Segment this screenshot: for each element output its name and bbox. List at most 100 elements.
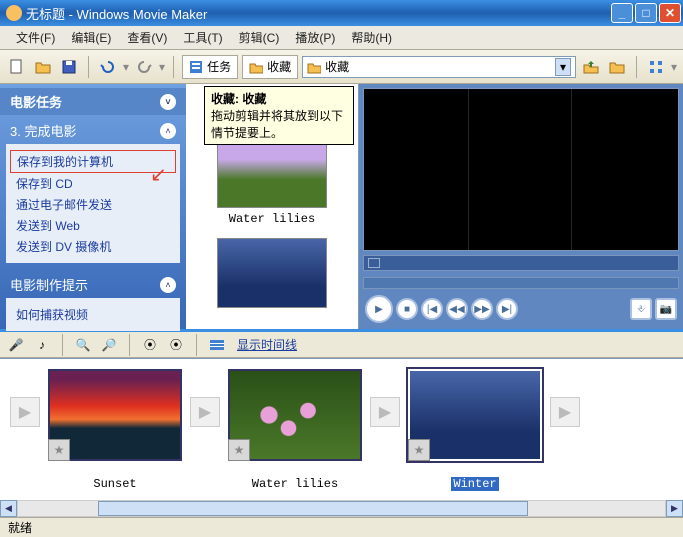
redo-dropdown-icon[interactable]: ▾	[159, 60, 165, 74]
thumb-winter[interactable]	[217, 238, 327, 308]
forward-button[interactable]: ▶▶	[471, 298, 493, 320]
transition-slot[interactable]: ▶	[550, 397, 580, 427]
thumb-water-lilies[interactable]	[217, 138, 327, 208]
up-level-button[interactable]	[580, 56, 602, 78]
effect-star-icon[interactable]: ★	[228, 439, 250, 461]
tasks-button[interactable]: 任务	[182, 55, 238, 79]
menu-clip[interactable]: 剪辑(C)	[231, 27, 288, 48]
show-timeline-link[interactable]: 显示时间线	[237, 336, 297, 353]
menu-edit[interactable]: 编辑(E)	[63, 27, 119, 48]
clip-thumb: ★	[228, 369, 362, 461]
taskpane-header: 电影任务 ˅	[0, 88, 186, 115]
split-button[interactable]: ⎀	[630, 298, 652, 320]
play-button[interactable]: ▶	[365, 295, 393, 323]
scroll-left-icon[interactable]: ◀	[0, 500, 17, 517]
clip-label: Water lilies	[252, 477, 338, 491]
scroll-track[interactable]	[17, 500, 666, 517]
rewind-button[interactable]: ◀◀	[446, 298, 468, 320]
separator	[62, 334, 63, 356]
menu-play[interactable]: 播放(P)	[287, 27, 343, 48]
separator	[129, 334, 130, 356]
link-send-email[interactable]: 通过电子邮件发送	[10, 194, 176, 215]
status-bar: 就绪	[0, 517, 683, 537]
undo-dropdown-icon[interactable]: ▾	[123, 60, 129, 74]
main-area: 电影任务 ˅ 3. 完成电影 ˄ 保存到我的计算机 保存到 CD 通过电子邮件发…	[0, 84, 683, 332]
combo-arrow-icon[interactable]: ▾	[555, 58, 571, 76]
title-bar: 无标题 - Windows Movie Maker _ □ ✕	[0, 0, 683, 26]
preview-screen	[363, 88, 679, 251]
collections-button[interactable]: 收藏	[242, 55, 298, 79]
snapshot-button[interactable]: 📷	[655, 298, 677, 320]
horizontal-scrollbar[interactable]: ◀ ▶	[0, 500, 683, 517]
menu-view[interactable]: 查看(V)	[119, 27, 175, 48]
clip-label: Sunset	[93, 477, 136, 491]
collapse-icon[interactable]: ˅	[160, 94, 176, 110]
menu-help[interactable]: 帮助(H)	[343, 27, 400, 48]
clip-sunset[interactable]: ★ Sunset	[48, 369, 182, 491]
maximize-button[interactable]: □	[635, 3, 657, 23]
effect-star-icon[interactable]: ★	[48, 439, 70, 461]
scroll-thumb[interactable]	[98, 501, 528, 516]
close-button[interactable]: ✕	[659, 3, 681, 23]
folder-icon	[307, 60, 321, 74]
tooltip-body: 拖动剪辑并将其放到以下情节提要上。	[211, 109, 343, 140]
redo-button[interactable]	[133, 56, 155, 78]
collapse-icon[interactable]: ˄	[160, 123, 176, 139]
zoom-out-button[interactable]: 🔎	[99, 335, 119, 355]
clip-winter[interactable]: ★ Winter	[408, 369, 542, 491]
zoom-in-button[interactable]: 🔍	[73, 335, 93, 355]
new-button[interactable]	[6, 56, 28, 78]
timeline-view-icon	[207, 335, 227, 355]
thumb-label: Water lilies	[229, 212, 315, 226]
fullscreen-icon[interactable]	[368, 258, 380, 268]
prev-button[interactable]: |◀	[421, 298, 443, 320]
collapse-icon[interactable]: ˄	[160, 277, 176, 293]
tasks-label: 任务	[207, 58, 231, 75]
view-button[interactable]	[645, 56, 667, 78]
collection-combo[interactable]: 收藏 ▾	[302, 56, 576, 78]
save-button[interactable]	[58, 56, 80, 78]
toolbar: ▾ ▾ 任务 收藏 收藏 ▾ ▾	[0, 50, 683, 84]
undo-button[interactable]	[97, 56, 119, 78]
link-send-web[interactable]: 发送到 Web	[10, 215, 176, 236]
open-button[interactable]	[32, 56, 54, 78]
clip-label: Winter	[451, 477, 498, 491]
collections-label: 收藏	[267, 58, 291, 75]
effect-star-icon[interactable]: ★	[408, 439, 430, 461]
menu-tools[interactable]: 工具(T)	[175, 27, 230, 48]
group-label: 3. 完成电影	[10, 121, 76, 140]
new-folder-button[interactable]	[606, 56, 628, 78]
narrate-button[interactable]: 🎤	[6, 335, 26, 355]
storyboard: ▶ ★ Sunset ▶ ★ Water lilies ▶ ★ Winter ▶	[0, 358, 683, 500]
separator	[636, 56, 637, 78]
separator	[196, 334, 197, 356]
scroll-right-icon[interactable]: ▶	[666, 500, 683, 517]
separator	[88, 56, 89, 78]
link-save-computer[interactable]: 保存到我的计算机	[10, 150, 176, 173]
task-list: 保存到我的计算机 保存到 CD 通过电子邮件发送 发送到 Web 发送到 DV …	[6, 144, 180, 263]
menu-file[interactable]: 文件(F)	[8, 27, 63, 48]
link-send-dv[interactable]: 发送到 DV 摄像机	[10, 236, 176, 257]
transition-slot[interactable]: ▶	[370, 397, 400, 427]
separator	[173, 56, 174, 78]
transition-slot[interactable]: ▶	[10, 397, 40, 427]
task-pane: 电影任务 ˅ 3. 完成电影 ˄ 保存到我的计算机 保存到 CD 通过电子邮件发…	[0, 84, 186, 329]
clip-water-lilies[interactable]: ★ Water lilies	[228, 369, 362, 491]
audio-levels-button[interactable]: ♪	[32, 335, 52, 355]
group-finish-movie[interactable]: 3. 完成电影 ˄	[0, 115, 186, 144]
preview-buttons: ▶ ■ |◀ ◀◀ ▶▶ ▶| ⎀ 📷	[361, 289, 681, 327]
preview-control-bar	[363, 255, 679, 271]
play-storyboard-button[interactable]: ⦿	[166, 335, 186, 355]
rewind-storyboard-button[interactable]: ⦿	[140, 335, 160, 355]
seek-bar[interactable]	[363, 277, 679, 289]
transition-slot[interactable]: ▶	[190, 397, 220, 427]
preview-pane: ▶ ■ |◀ ◀◀ ▶▶ ▶| ⎀ 📷	[359, 84, 683, 329]
group-tips[interactable]: 电影制作提示 ˄	[0, 269, 186, 298]
minimize-button[interactable]: _	[611, 3, 633, 23]
next-button[interactable]: ▶|	[496, 298, 518, 320]
link-capture-video[interactable]: 如何捕获视频	[10, 304, 176, 325]
link-save-cd[interactable]: 保存到 CD	[10, 173, 176, 194]
tooltip: 收藏: 收藏 拖动剪辑并将其放到以下情节提要上。	[204, 86, 354, 145]
view-dropdown-icon[interactable]: ▾	[671, 60, 677, 74]
stop-button[interactable]: ■	[396, 298, 418, 320]
